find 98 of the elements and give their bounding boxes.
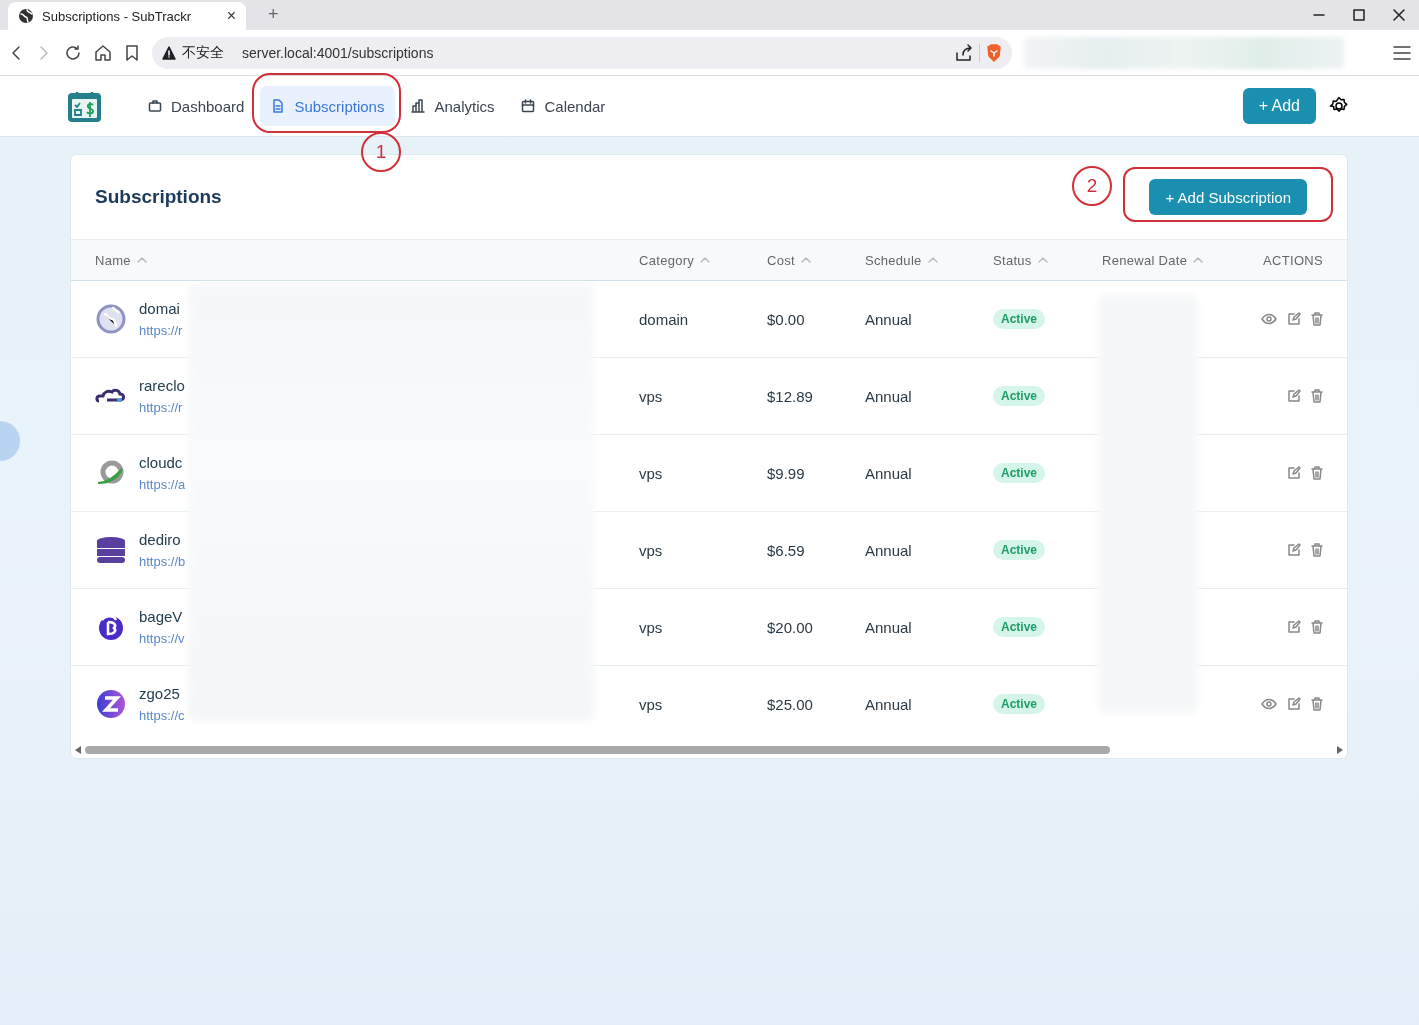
category-text: vps [639, 387, 663, 405]
database-icon [95, 534, 127, 566]
category-text: vps [639, 541, 663, 559]
add-button[interactable]: + Add [1242, 88, 1316, 124]
trash-icon[interactable] [1311, 620, 1323, 634]
schedule-text: Annual [865, 618, 912, 636]
trash-icon[interactable] [1311, 697, 1323, 711]
cost-text: $6.59 [767, 541, 805, 559]
warning-icon [162, 45, 176, 60]
maximize-icon[interactable] [1353, 9, 1365, 21]
share-icon[interactable] [955, 43, 973, 62]
column-header[interactable]: Cost [767, 252, 795, 268]
close-tab-button[interactable]: × [226, 7, 236, 25]
subscription-name: zgo25 [139, 685, 181, 702]
edit-icon[interactable] [1287, 389, 1301, 403]
scrollbar-thumb[interactable] [85, 746, 1110, 754]
sort-icon[interactable] [1037, 257, 1048, 263]
subscription-link[interactable]: https://r [139, 400, 185, 415]
annotation-number: 1 [361, 132, 401, 172]
security-label: 不安全 [182, 43, 224, 62]
sort-icon[interactable] [136, 257, 147, 263]
category-text: vps [639, 618, 663, 636]
subscription-name: cloudc [139, 454, 184, 471]
document-icon [271, 99, 286, 113]
browser-tab[interactable]: Subscriptions - SubTrackr × [8, 2, 246, 30]
trash-icon[interactable] [1311, 543, 1323, 557]
annotation-number: 2 [1072, 166, 1112, 206]
menu-icon[interactable] [1393, 44, 1411, 61]
edit-icon[interactable] [1287, 312, 1301, 326]
bar-chart-icon [411, 99, 426, 113]
column-header[interactable]: Name [95, 252, 131, 268]
cost-text: $20.00 [767, 618, 813, 636]
schedule-text: Annual [865, 387, 912, 405]
add-subscription-button[interactable]: + Add Subscription [1149, 179, 1307, 215]
category-text: vps [639, 695, 663, 713]
sort-icon[interactable] [800, 257, 811, 263]
column-header[interactable]: Renewal Date [1102, 252, 1188, 268]
card-title: Subscriptions [95, 186, 223, 208]
column-header[interactable]: Status [993, 252, 1032, 268]
schedule-text: Annual [865, 310, 912, 328]
subscription-link[interactable]: https://a [139, 477, 186, 492]
logo-icon [95, 688, 127, 720]
sort-icon[interactable] [700, 257, 711, 263]
url-text: server.local:4001/subscriptions [242, 44, 434, 61]
calendar-icon [521, 99, 536, 113]
bookmark-icon[interactable] [124, 43, 140, 62]
edit-icon[interactable] [1287, 697, 1301, 711]
trash-icon[interactable] [1311, 466, 1323, 480]
column-header[interactable]: Schedule [865, 252, 922, 268]
scroll-right-icon[interactable] [1337, 746, 1343, 754]
edit-icon[interactable] [1287, 620, 1301, 634]
edit-icon[interactable] [1287, 466, 1301, 480]
subscription-name: dediro [139, 531, 182, 548]
edit-icon[interactable] [1287, 543, 1301, 557]
tab-title: Subscriptions - SubTrackr [42, 8, 193, 24]
status-badge: Active [993, 463, 1046, 483]
app-logo-icon[interactable] [68, 90, 101, 122]
cost-text: $9.99 [767, 464, 805, 482]
column-header[interactable]: Category [639, 252, 695, 268]
schedule-text: Annual [865, 464, 912, 482]
subscription-link[interactable]: https://r [139, 323, 183, 338]
status-badge: Active [993, 694, 1046, 714]
category-text: vps [639, 464, 663, 482]
nav-tab[interactable]: Dashboard [137, 86, 256, 126]
trash-icon[interactable] [1311, 312, 1323, 326]
subscription-link[interactable]: https://v [139, 631, 185, 646]
eye-icon[interactable] [1261, 312, 1277, 326]
trash-icon[interactable] [1311, 389, 1323, 403]
subscription-link[interactable]: https://c [139, 708, 185, 723]
scroll-left-icon[interactable] [75, 746, 81, 754]
nav-tab[interactable]: Analytics [400, 86, 506, 126]
new-tab-button[interactable]: + [262, 3, 285, 26]
schedule-text: Annual [865, 695, 912, 713]
address-bar[interactable]: 不安全 server.local:4001/subscriptions [152, 36, 1012, 69]
cost-text: $25.00 [767, 695, 813, 713]
subscription-name: rareclo [139, 377, 185, 394]
status-badge: Active [993, 540, 1046, 560]
sort-icon[interactable] [1193, 257, 1204, 263]
reload-icon[interactable] [64, 43, 82, 62]
nav-tab[interactable]: Subscriptions [260, 86, 396, 126]
subscription-name: domai [139, 300, 181, 317]
briefcase-icon [148, 99, 162, 113]
subscription-link[interactable]: https://b [139, 554, 186, 569]
status-badge: Active [993, 617, 1046, 637]
status-badge: Active [993, 309, 1046, 329]
category-text: domain [639, 310, 689, 328]
status-badge: Active [993, 386, 1046, 406]
sort-icon[interactable] [927, 257, 938, 263]
subscription-name: bageV [139, 608, 184, 625]
cost-text: $0.00 [767, 310, 805, 328]
lion-shield-icon[interactable] [986, 43, 1002, 62]
schedule-text: Annual [865, 541, 912, 559]
cost-text: $12.89 [767, 387, 813, 405]
nav-tab[interactable]: Calendar [510, 86, 617, 126]
eye-icon[interactable] [1261, 697, 1277, 711]
close-icon[interactable] [1393, 9, 1405, 21]
column-header[interactable]: ACTIONS [1263, 252, 1323, 268]
home-icon[interactable] [94, 43, 112, 62]
